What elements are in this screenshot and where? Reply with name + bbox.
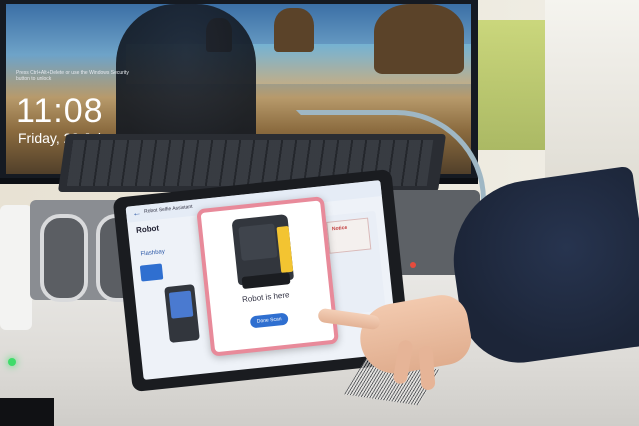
rock-formation (274, 8, 314, 52)
robot-yellow-accent (276, 225, 294, 273)
tab-flashbay[interactable]: Flashbay (140, 249, 165, 258)
finger (418, 345, 436, 391)
black-box (0, 398, 54, 426)
robot-base (241, 272, 291, 290)
status-led-green (8, 358, 16, 366)
notice-card-label: Notice (331, 224, 348, 233)
dock-slot (40, 214, 88, 302)
cliff (374, 4, 464, 74)
back-arrow-icon[interactable]: ← (132, 207, 142, 218)
notice-card: Notice (326, 217, 372, 254)
robot-body-panel (238, 223, 278, 261)
robot-icon (231, 214, 295, 290)
status-led-red (410, 262, 416, 268)
modal-title: Robot is here (241, 290, 290, 305)
thumbnail-card[interactable] (139, 263, 164, 282)
robot-thumbnail-screen (168, 290, 194, 319)
header-title: Robot Selfie Assistant (143, 203, 193, 215)
white-device (0, 205, 32, 330)
green-wall-panel (470, 20, 545, 150)
done-scan-button[interactable]: Done Scan (249, 312, 289, 329)
tablet-screen: ← Robot Selfie Assistant Robot Flashbay … (125, 180, 399, 380)
robot-thumbnail[interactable] (164, 284, 200, 343)
section-title: Robot (135, 223, 160, 235)
lock-screen-time: 11:08 (16, 92, 104, 130)
robot-found-modal: Robot is here Done Scan (196, 196, 339, 357)
lock-screen-notice: Press Ctrl+Alt+Delete or use the Windows… (16, 70, 129, 82)
